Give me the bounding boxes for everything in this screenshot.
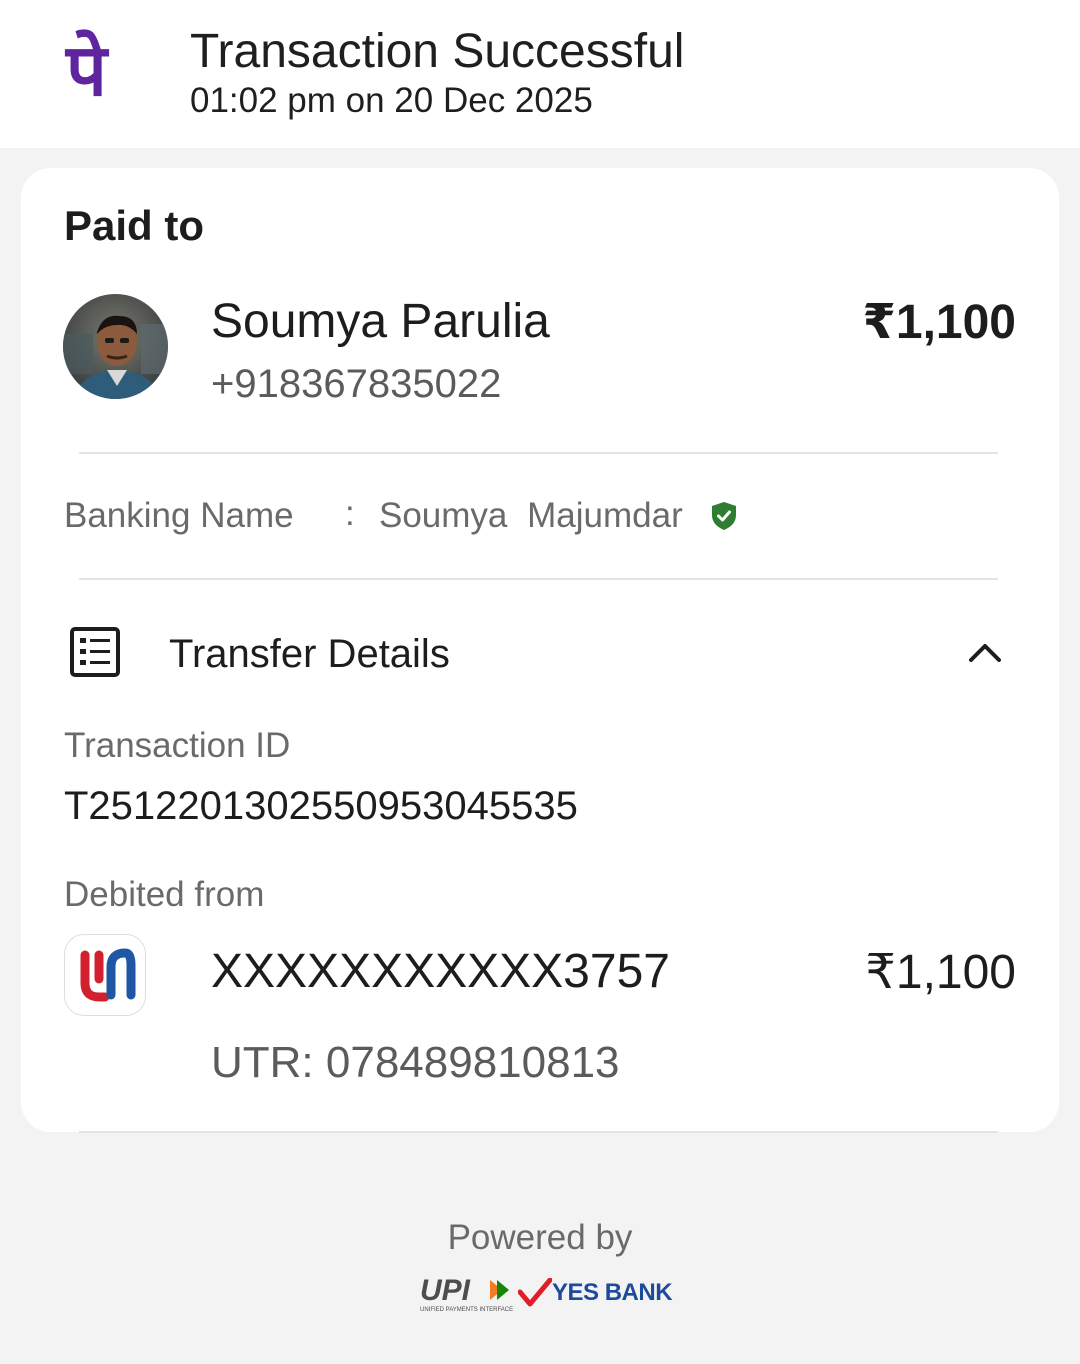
transaction-header: पे Transaction Successful 01:02 pm on 20… <box>0 0 1080 148</box>
transaction-card: Paid to Soumya Parulia +918367835022 ₹1,… <box>21 168 1059 1132</box>
partner-bank-name: YES BANK <box>552 1279 673 1306</box>
banking-name-label: Banking Name <box>64 496 294 535</box>
payee-name: Soumya Parulia <box>211 295 550 348</box>
yes-bank-tick-icon <box>517 1277 553 1307</box>
transaction-timestamp: 01:02 pm on 20 Dec 2025 <box>190 81 593 120</box>
divider <box>79 452 998 454</box>
yes-bank-logo: YES BANK <box>517 1277 673 1314</box>
paid-to-heading: Paid to <box>64 202 205 249</box>
divider <box>79 1131 998 1133</box>
chevron-up-icon[interactable] <box>965 634 1005 668</box>
receipt-list-icon <box>70 627 120 677</box>
transfer-details-toggle[interactable]: Transfer Details <box>169 632 450 677</box>
transaction-id-value[interactable]: T2512201302550953045535 <box>64 784 578 829</box>
payment-amount: ₹1,100 <box>862 296 1016 349</box>
utr-number[interactable]: UTR: 078489810813 <box>211 1038 620 1088</box>
divider <box>79 578 998 580</box>
payee-phone: +918367835022 <box>211 362 502 406</box>
banking-name-separator: : <box>345 494 355 533</box>
upi-logo-icon: UPI UNIFIED PAYMENTS INTERFACE <box>420 1274 513 1313</box>
transaction-status-title: Transaction Successful <box>190 25 685 78</box>
banking-name-value: Soumya Majumdar <box>379 496 683 535</box>
verified-shield-icon <box>712 502 736 530</box>
avatar-photo <box>63 294 168 399</box>
phonepe-logo-icon: पे <box>66 28 107 112</box>
transaction-id-label: Transaction ID <box>64 726 291 765</box>
debited-from-label: Debited from <box>64 875 265 914</box>
debit-account-number: XXXXXXXXXXX3757 <box>211 945 670 998</box>
svg-text:UNIFIED PAYMENTS INTERFACE: UNIFIED PAYMENTS INTERFACE <box>420 1307 513 1313</box>
powered-by-label: Powered by <box>447 1218 633 1257</box>
union-bank-logo-icon <box>64 934 146 1016</box>
debit-amount: ₹1,100 <box>865 946 1016 999</box>
payee-avatar[interactable] <box>63 294 168 399</box>
svg-text:UPI: UPI <box>420 1274 471 1307</box>
